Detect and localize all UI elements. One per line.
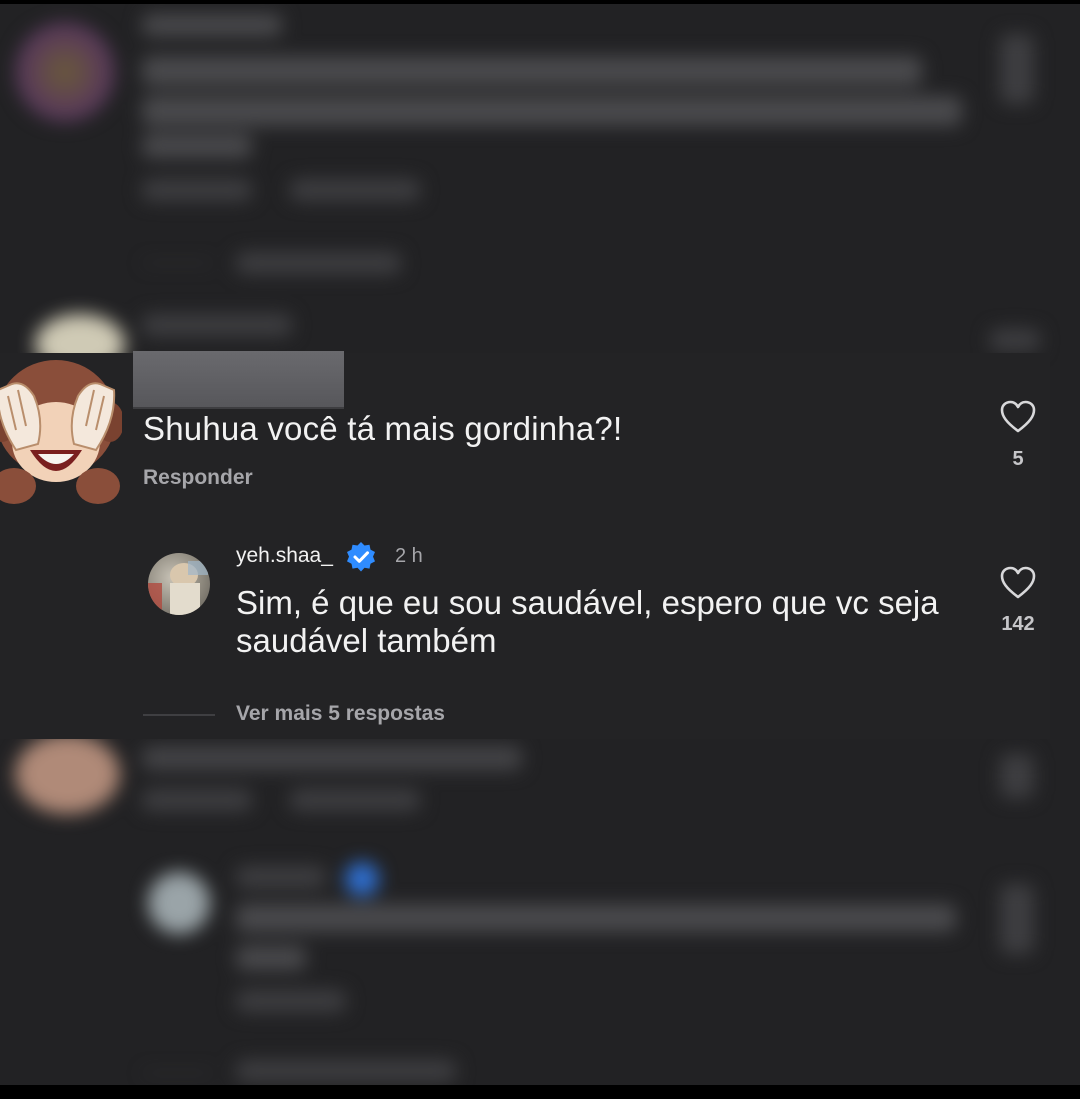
divider: [143, 714, 215, 716]
verified-badge-icon: [347, 542, 375, 572]
comments-screen: Shuhua você tá mais gordinha?! Responder…: [0, 4, 1080, 1085]
reply-text: Sim, é que eu sou saudável, espero que v…: [236, 584, 939, 659]
see-no-evil-monkey-icon: [0, 360, 122, 504]
comment-text: Shuhua você tá mais gordinha?!: [143, 410, 623, 447]
heart-icon[interactable]: [1000, 566, 1036, 600]
redacted-username: [133, 351, 344, 409]
reply-like-count: 142: [1001, 613, 1035, 635]
reply-timestamp: 2 h: [395, 545, 423, 567]
heart-icon[interactable]: [1000, 400, 1036, 434]
reply-button[interactable]: Responder: [143, 466, 253, 490]
reply-username[interactable]: yeh.shaa_: [236, 544, 333, 568]
avatar[interactable]: [148, 553, 210, 615]
avatar: [15, 22, 115, 122]
comment-like-count: 5: [1012, 448, 1024, 470]
view-more-replies-button[interactable]: Ver mais 5 respostas: [236, 702, 445, 726]
